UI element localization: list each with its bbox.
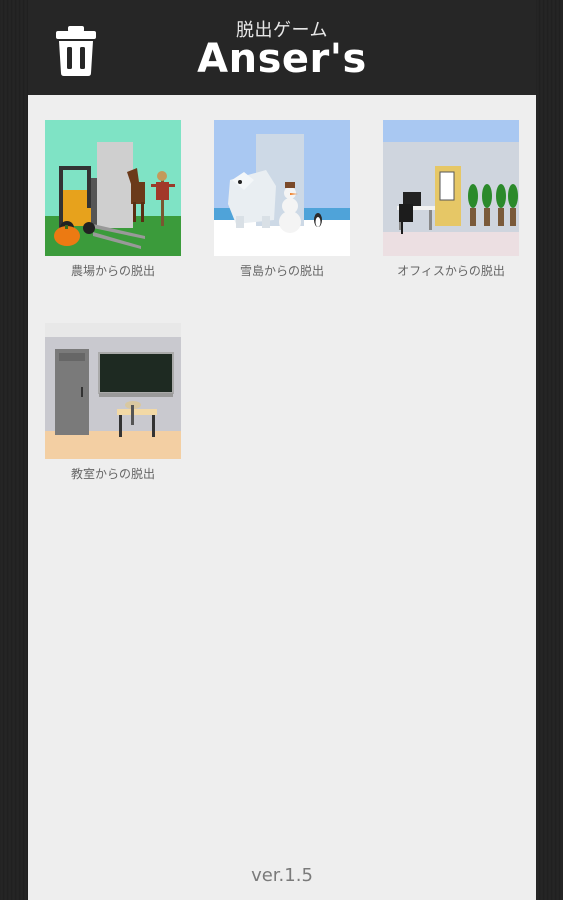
game-label: 農場からの脱出: [70, 264, 155, 278]
game-card-office[interactable]: オフィスからの脱出: [383, 120, 519, 279]
version-text: ver.1.5: [251, 865, 313, 886]
game-card-snow-island[interactable]: 雪島からの脱出: [214, 120, 350, 279]
office-thumbnail: [383, 120, 519, 256]
game-label: 教室からの脱出: [70, 467, 155, 481]
app-header: 脱出ゲーム Anser's: [28, 0, 536, 95]
right-border: [536, 0, 563, 900]
left-border: [0, 0, 28, 900]
game-list: 農場からの脱出 雪島からの脱出 オフィスからの脱出 教室からの脱出 ver.1.…: [28, 95, 536, 900]
game-label: 雪島からの脱出: [239, 264, 324, 278]
game-card-farm[interactable]: 農場からの脱出: [45, 120, 181, 279]
game-label: オフィスからの脱出: [397, 264, 505, 278]
classroom-thumbnail: [45, 323, 181, 459]
farm-thumbnail: [45, 120, 181, 256]
snow-island-thumbnail: [214, 120, 350, 256]
app-title: Anser's: [197, 36, 367, 82]
game-card-classroom[interactable]: 教室からの脱出: [45, 323, 181, 482]
